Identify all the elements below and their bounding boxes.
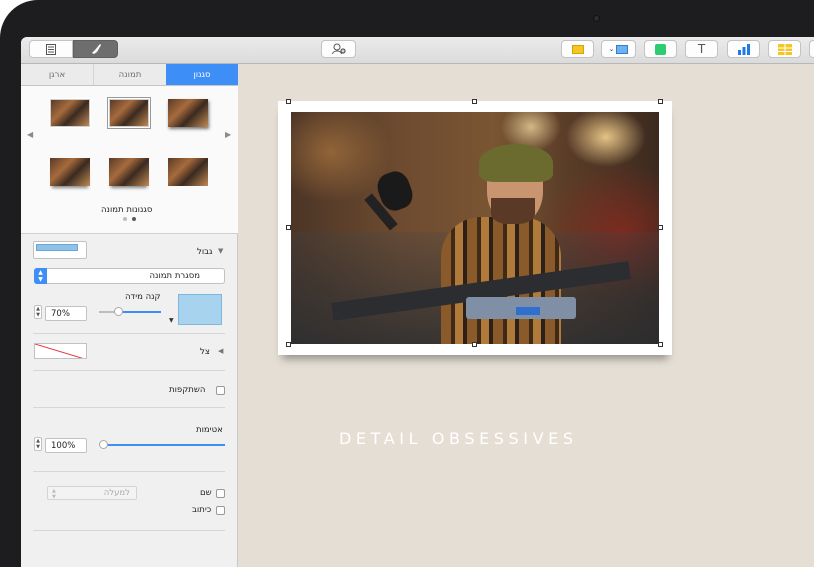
divider xyxy=(33,471,225,472)
style-thumb-5[interactable] xyxy=(109,158,149,186)
tab-style[interactable]: סגנון xyxy=(166,64,238,85)
border-type-value: מסגרת תמונה xyxy=(149,271,200,281)
tab-arrange[interactable]: ארגן xyxy=(21,64,93,85)
opacity-label: אטימות xyxy=(196,425,223,435)
tab-image[interactable]: תמונה xyxy=(93,64,166,85)
view-menu-icon xyxy=(46,43,56,55)
scale-slider[interactable] xyxy=(99,307,161,316)
opacity-slider-knob[interactable] xyxy=(99,440,108,449)
reflection-checkbox[interactable] xyxy=(216,386,225,395)
scale-value: 70% xyxy=(51,308,70,319)
view-button[interactable] xyxy=(29,40,73,58)
divider xyxy=(33,370,225,371)
table-icon xyxy=(777,43,792,55)
app-window: ⌄ T ארגן תמונה סגנון ◀ ▶ סגנונות תמונה ג… xyxy=(21,37,814,567)
reflection-label: השתקפות xyxy=(169,385,206,395)
select-arrows-icon: ▲ ▼ xyxy=(34,268,47,284)
chart-button[interactable] xyxy=(727,40,760,58)
divider xyxy=(33,333,225,334)
color-dropdown-icon[interactable]: ▼ xyxy=(169,317,174,324)
caption-checkbox[interactable] xyxy=(216,506,225,515)
scale-slider-knob[interactable] xyxy=(113,307,123,316)
opacity-value: 100% xyxy=(51,440,76,451)
shadow-well[interactable] xyxy=(34,343,87,359)
media-button[interactable]: ⌄ xyxy=(601,40,636,58)
more-button[interactable] xyxy=(809,40,814,58)
laptop-frame: ⌄ T ארגן תמונה סגנון ◀ ▶ סגנונות תמונה ג… xyxy=(0,0,814,567)
camera-icon xyxy=(593,15,600,22)
text-button[interactable]: T xyxy=(685,40,718,58)
style-thumb-2[interactable] xyxy=(107,97,151,129)
format-sidebar: ארגן תמונה סגנון ◀ ▶ סגנונות תמונה גבול … xyxy=(21,64,238,567)
comment-button[interactable] xyxy=(561,40,594,58)
caption-position-value: למעלה xyxy=(103,488,130,498)
comment-icon xyxy=(571,44,584,54)
style-thumb-4[interactable] xyxy=(50,158,90,186)
resize-handle[interactable] xyxy=(286,342,291,347)
image-styles-label: סגנונות תמונה xyxy=(101,205,153,215)
page-dot-active[interactable] xyxy=(132,217,136,221)
chart-icon xyxy=(737,43,750,55)
resize-handle[interactable] xyxy=(472,342,477,347)
chevron-down-icon: ⌄ xyxy=(608,45,615,53)
resize-handle[interactable] xyxy=(472,99,477,104)
resize-handle[interactable] xyxy=(658,225,663,230)
toolbar: ⌄ T xyxy=(21,37,814,64)
chevron-right-icon[interactable]: ▶ xyxy=(225,130,231,139)
media-icon xyxy=(616,44,629,54)
collaborate-button[interactable] xyxy=(321,40,356,58)
image-styles-panel: ◀ ▶ סגנונות תמונה xyxy=(21,86,238,234)
shadow-label: צל xyxy=(200,347,210,357)
scale-field[interactable]: 70% xyxy=(45,306,87,321)
style-thumb-1[interactable] xyxy=(50,99,90,127)
format-button[interactable] xyxy=(73,40,118,58)
paintbrush-icon xyxy=(91,44,101,54)
style-thumb-3[interactable] xyxy=(168,99,208,127)
border-color-well[interactable] xyxy=(178,294,222,325)
style-thumb-6[interactable] xyxy=(168,158,208,186)
resize-handle[interactable] xyxy=(658,99,663,104)
opacity-stepper[interactable]: ▲ ▼ xyxy=(34,437,42,451)
opacity-field[interactable]: 100% xyxy=(45,438,87,453)
no-shadow-slash-icon xyxy=(35,344,84,358)
resize-handle[interactable] xyxy=(658,342,663,347)
text-icon: T xyxy=(697,42,706,56)
caption-position-select[interactable]: למעלה ▲ ▼ xyxy=(47,486,137,500)
title-label: שם xyxy=(200,488,212,498)
select-arrows-icon: ▲ ▼ xyxy=(52,488,56,500)
page-dots xyxy=(123,217,143,221)
divider xyxy=(33,530,225,531)
chevron-left-icon[interactable]: ◀ xyxy=(27,130,33,139)
headline-text[interactable]: DETAIL OBSESSIVES xyxy=(339,429,578,448)
border-type-select[interactable]: מסגרת תמונה ▲ ▼ xyxy=(34,268,225,284)
disclosure-down-icon[interactable]: ▼ xyxy=(218,247,223,255)
title-checkbox[interactable] xyxy=(216,489,225,498)
resize-handle[interactable] xyxy=(286,99,291,104)
sidebar-tabs: ארגן תמונה סגנון xyxy=(21,64,238,86)
scale-label: קנה מידה xyxy=(125,292,161,302)
document-canvas[interactable]: DETAIL OBSESSIVES xyxy=(239,64,814,567)
border-style-well[interactable] xyxy=(33,241,87,259)
selected-image[interactable] xyxy=(278,99,672,355)
divider xyxy=(33,407,225,408)
shape-button[interactable] xyxy=(644,40,677,58)
scale-stepper[interactable]: ▲ ▼ xyxy=(34,305,42,319)
add-person-icon xyxy=(331,43,346,55)
border-label: גבול xyxy=(197,247,213,257)
scale-slider-fill xyxy=(117,311,161,313)
shape-icon xyxy=(655,43,666,55)
opacity-slider[interactable] xyxy=(99,440,225,449)
bike-mechanic-photo[interactable] xyxy=(291,112,659,344)
disclosure-left-icon[interactable]: ◀ xyxy=(218,347,223,355)
table-button[interactable] xyxy=(768,40,801,58)
resize-handle[interactable] xyxy=(286,225,291,230)
opacity-slider-fill xyxy=(103,444,225,446)
page-dot[interactable] xyxy=(123,217,127,221)
caption-label: כיתוב xyxy=(192,505,212,515)
